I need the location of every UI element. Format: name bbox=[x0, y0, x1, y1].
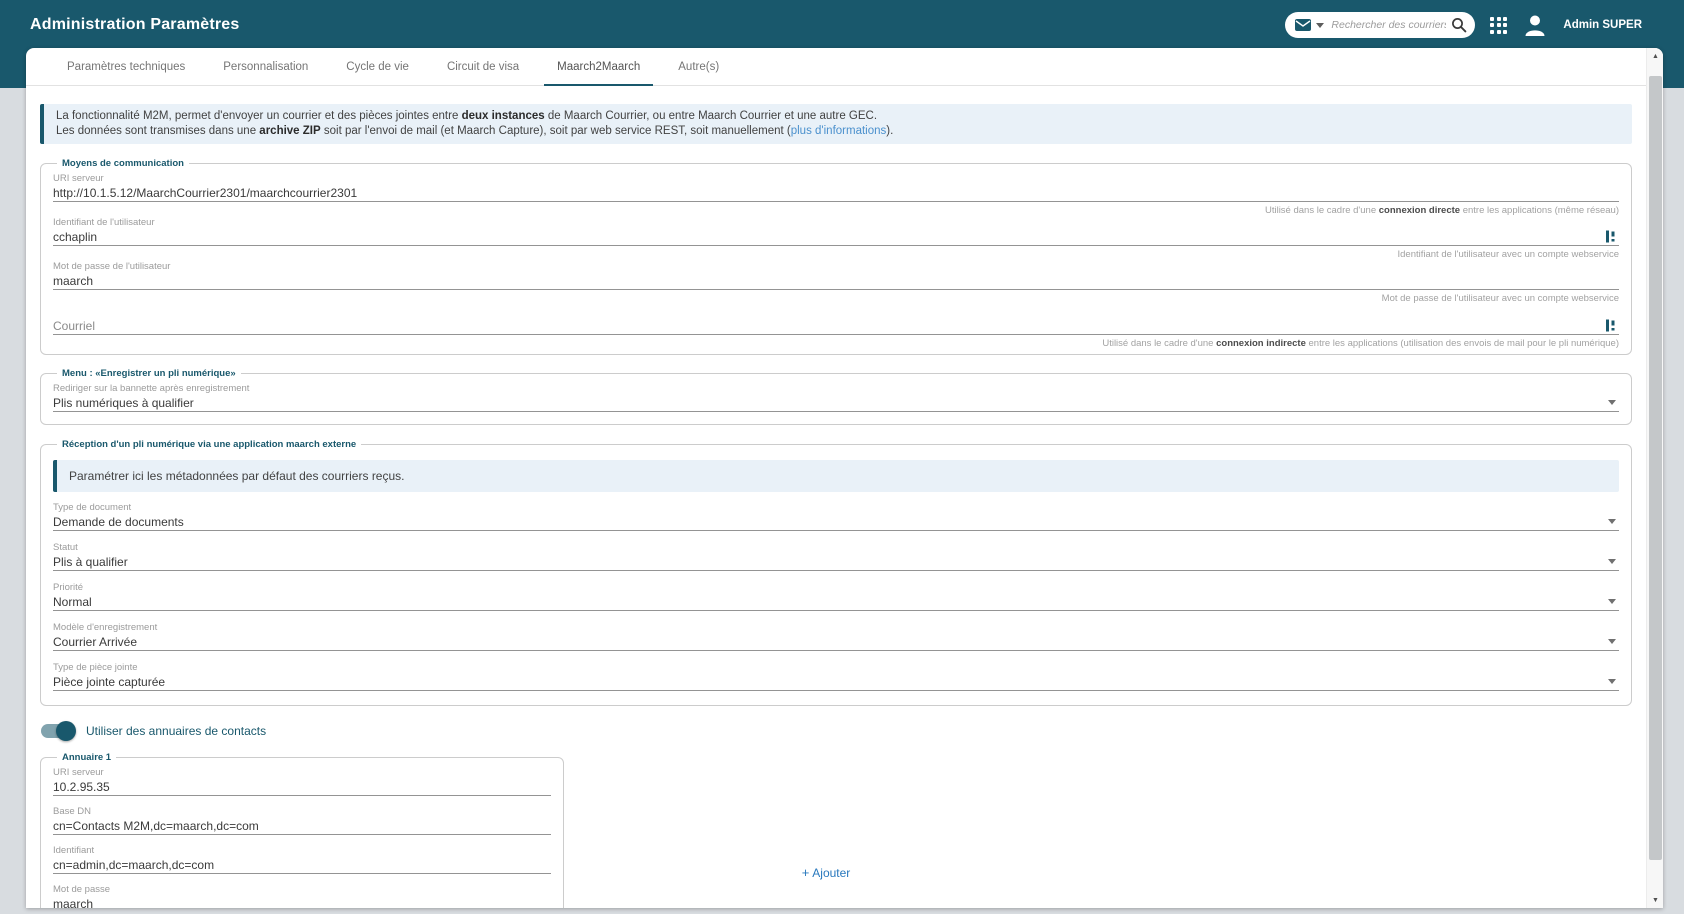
search-icon[interactable] bbox=[1451, 17, 1467, 33]
reception-info-banner: Paramétrer ici les métadonnées par défau… bbox=[53, 460, 1619, 492]
tab-autres[interactable]: Autre(s) bbox=[659, 48, 738, 86]
apps-grid-icon[interactable] bbox=[1490, 17, 1507, 34]
bannette-select[interactable]: Rediriger sur la bannette après enregist… bbox=[53, 383, 1619, 412]
identifiant-hint: Identifiant de l'utilisateur avec un com… bbox=[53, 248, 1619, 261]
annuaire-uri-field[interactable]: URI serveur 10.2.95.35 bbox=[53, 767, 551, 796]
annuaires-section: Annuaire 1 URI serveur 10.2.95.35 Base D… bbox=[40, 752, 1632, 908]
user-link-icon[interactable] bbox=[1606, 230, 1617, 243]
search-bar[interactable] bbox=[1285, 12, 1475, 38]
chevron-down-icon[interactable] bbox=[1316, 23, 1324, 28]
scroll-up-arrow[interactable]: ▲ bbox=[1647, 48, 1663, 64]
plus-icon: + bbox=[802, 865, 810, 880]
uri-serveur-value[interactable]: http://10.1.5.12/MaarchCourrier2301/maar… bbox=[53, 185, 1619, 202]
scroll-down-arrow[interactable]: ▼ bbox=[1647, 892, 1663, 908]
email-link-icon[interactable] bbox=[1606, 319, 1617, 332]
fieldset-legend: Moyens de communication bbox=[57, 158, 189, 169]
caret-down-icon bbox=[1608, 400, 1616, 405]
add-annuaire-button[interactable]: +Ajouter bbox=[802, 865, 851, 880]
user-name[interactable]: Admin SUPER bbox=[1563, 19, 1642, 31]
tab-circuit-de-visa[interactable]: Circuit de visa bbox=[428, 48, 538, 86]
annuaires-toggle[interactable] bbox=[40, 721, 76, 741]
identifiant-value[interactable]: cchaplin bbox=[53, 229, 1619, 246]
page-title: Administration Paramètres bbox=[30, 16, 240, 34]
statut-select[interactable]: Statut Plis à qualifier bbox=[53, 542, 1619, 571]
identifiant-field[interactable]: Identifiant de l'utilisateur cchaplin Id… bbox=[53, 217, 1619, 261]
mot-de-passe-value[interactable]: maarch bbox=[53, 273, 1619, 290]
fieldset-reception-pli: Réception d'un pli numérique via une app… bbox=[40, 439, 1632, 706]
tab-personnalisation[interactable]: Personnalisation bbox=[204, 48, 327, 86]
add-annuaire-slot: +Ajouter bbox=[564, 752, 1088, 908]
caret-down-icon bbox=[1608, 599, 1616, 604]
type-document-select[interactable]: Type de document Demande de documents bbox=[53, 502, 1619, 531]
vertical-scrollbar[interactable]: ▲ ▼ bbox=[1646, 48, 1663, 908]
caret-down-icon bbox=[1608, 519, 1616, 524]
caret-down-icon bbox=[1608, 639, 1616, 644]
main-card: Paramètres techniques Personnalisation C… bbox=[26, 48, 1663, 908]
app-header: Administration Paramètres Admin SUPER bbox=[0, 0, 1684, 50]
type-piece-jointe-select[interactable]: Type de pièce jointe Pièce jointe captur… bbox=[53, 662, 1619, 691]
modele-enregistrement-select[interactable]: Modèle d'enregistrement Courrier Arrivée bbox=[53, 622, 1619, 651]
mail-icon[interactable] bbox=[1295, 19, 1311, 31]
more-info-link[interactable]: plus d'informations bbox=[791, 125, 887, 137]
caret-down-icon bbox=[1608, 679, 1616, 684]
courriel-placeholder[interactable]: Courriel bbox=[53, 318, 1619, 335]
annuaire-identifiant-field[interactable]: Identifiant cn=admin,dc=maarch,dc=com bbox=[53, 845, 551, 874]
tab-cycle-de-vie[interactable]: Cycle de vie bbox=[327, 48, 428, 86]
header-actions: Admin SUPER bbox=[1285, 12, 1642, 38]
tab-parametres-techniques[interactable]: Paramètres techniques bbox=[48, 48, 204, 86]
annuaires-toggle-row: Utiliser des annuaires de contacts bbox=[40, 721, 1632, 741]
fieldset-legend: Annuaire 1 bbox=[57, 752, 116, 763]
m2m-info-banner: La fonctionnalité M2M, permet d'envoyer … bbox=[40, 104, 1632, 144]
uri-serveur-hint: Utilisé dans le cadre d'une connexion di… bbox=[53, 204, 1619, 217]
active-tab-underline bbox=[544, 84, 653, 86]
annuaires-toggle-label: Utiliser des annuaires de contacts bbox=[86, 724, 266, 738]
search-input[interactable] bbox=[1331, 19, 1446, 31]
banner-line-2: Les données sont transmises dans une arc… bbox=[56, 124, 1620, 139]
user-icon[interactable] bbox=[1522, 12, 1548, 38]
courriel-field[interactable]: Courriel Utilisé dans le cadre d'une con… bbox=[53, 305, 1619, 350]
mot-de-passe-hint: Mot de passe de l'utilisateur avec un co… bbox=[53, 292, 1619, 305]
fieldset-legend: Réception d'un pli numérique via une app… bbox=[57, 439, 361, 450]
uri-serveur-field[interactable]: URI serveur http://10.1.5.12/MaarchCourr… bbox=[53, 173, 1619, 217]
mot-de-passe-field[interactable]: Mot de passe de l'utilisateur maarch Mot… bbox=[53, 261, 1619, 305]
bannette-select-value[interactable]: Plis numériques à qualifier bbox=[53, 395, 1619, 412]
annuaire-basedn-field[interactable]: Base DN cn=Contacts M2M,dc=maarch,dc=com bbox=[53, 806, 551, 835]
fieldset-moyens-communication: Moyens de communication URI serveur http… bbox=[40, 158, 1632, 355]
fieldset-menu-pli-numerique: Menu : «Enregistrer un pli numérique» Re… bbox=[40, 368, 1632, 425]
scrollbar-thumb[interactable] bbox=[1649, 76, 1662, 860]
fieldset-legend: Menu : «Enregistrer un pli numérique» bbox=[57, 368, 241, 379]
tab-maarch2maarch[interactable]: Maarch2Maarch bbox=[538, 48, 659, 86]
annuaire-motdepasse-field[interactable]: Mot de passe maarch bbox=[53, 884, 551, 908]
banner-line-1: La fonctionnalité M2M, permet d'envoyer … bbox=[56, 109, 1620, 124]
fieldset-annuaire-1: Annuaire 1 URI serveur 10.2.95.35 Base D… bbox=[40, 752, 564, 908]
tab-bar: Paramètres techniques Personnalisation C… bbox=[26, 48, 1646, 86]
priorite-select[interactable]: Priorité Normal bbox=[53, 582, 1619, 611]
courriel-hint: Utilisé dans le cadre d'une connexion in… bbox=[53, 337, 1619, 350]
caret-down-icon bbox=[1608, 559, 1616, 564]
settings-content: La fonctionnalité M2M, permet d'envoyer … bbox=[26, 86, 1646, 908]
